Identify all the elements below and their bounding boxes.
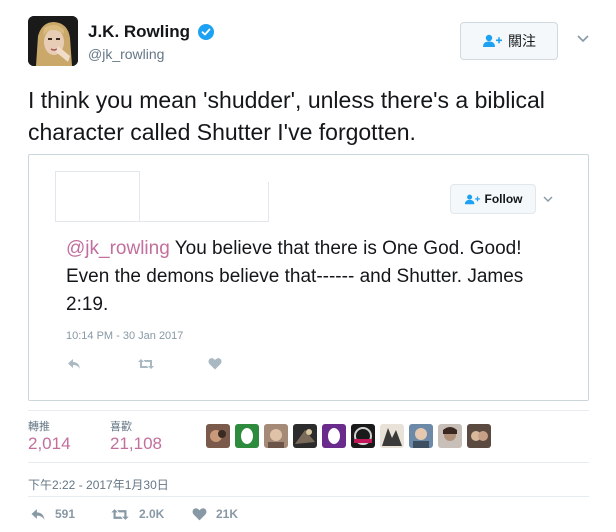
retweet-action[interactable]: 2.0K — [110, 507, 164, 521]
redacted-name-area — [55, 171, 140, 211]
likers-avatar-list — [206, 424, 491, 448]
add-user-icon — [464, 194, 480, 204]
liker-avatar[interactable] — [235, 424, 259, 448]
likes-count[interactable]: 21,108 — [110, 434, 162, 454]
retweet-icon — [111, 508, 129, 520]
embedded-timestamp[interactable]: 10:14 PM - 30 Jan 2017 — [66, 330, 183, 342]
avatar-image — [28, 16, 78, 66]
divider — [28, 496, 589, 497]
embedded-follow-label: Follow — [484, 192, 523, 206]
author-avatar[interactable] — [28, 16, 78, 66]
embedded-tweet-card[interactable]: Follow @jk_rowling You believe that ther… — [28, 154, 589, 401]
heart-icon — [192, 508, 207, 521]
retweet-count: 2.0K — [139, 507, 165, 521]
liker-avatar[interactable] — [206, 424, 230, 448]
reply-count: 591 — [55, 507, 76, 521]
redacted-handle-area — [139, 182, 269, 222]
reply-icon[interactable] — [67, 358, 81, 370]
retweets-count[interactable]: 2,014 — [28, 434, 71, 454]
liker-avatar[interactable] — [264, 424, 288, 448]
liker-avatar[interactable] — [322, 424, 346, 448]
tweet-text: I think you mean 'shudder', unless there… — [28, 87, 545, 145]
embedded-follow-button[interactable]: Follow — [450, 184, 536, 214]
liker-avatar[interactable] — [351, 424, 375, 448]
heart-icon[interactable] — [208, 357, 222, 370]
embedded-mention-link[interactable]: @jk_rowling — [66, 238, 170, 259]
retweets-label: 轉推 — [28, 421, 50, 433]
liker-avatar[interactable] — [409, 424, 433, 448]
reply-action[interactable]: 591 — [30, 507, 75, 521]
follow-button-label: 關注 — [508, 33, 536, 49]
follow-button[interactable]: 關注 — [460, 22, 558, 60]
divider — [28, 462, 589, 463]
liker-avatar[interactable] — [293, 424, 317, 448]
like-action[interactable]: 21K — [192, 507, 238, 521]
retweet-icon[interactable] — [137, 358, 155, 370]
liker-avatar[interactable] — [467, 424, 491, 448]
likes-label: 喜歡 — [110, 421, 132, 433]
author-display-name[interactable]: J.K. Rowling — [88, 22, 190, 42]
tweet-timestamp[interactable]: 下午2:22 - 2017年1月30日 — [28, 476, 169, 493]
author-handle[interactable]: @jk_rowling — [88, 46, 164, 62]
chevron-down-icon[interactable] — [576, 34, 590, 44]
divider — [28, 410, 589, 411]
reply-icon — [31, 508, 45, 520]
liker-avatar[interactable] — [380, 424, 404, 448]
liker-avatar[interactable] — [438, 424, 462, 448]
add-user-icon — [483, 34, 502, 47]
chevron-down-icon[interactable] — [543, 195, 553, 203]
embedded-tweet-text: @jk_rowling You believe that there is On… — [66, 235, 556, 319]
like-count: 21K — [216, 507, 239, 521]
verified-badge-icon — [198, 24, 214, 40]
